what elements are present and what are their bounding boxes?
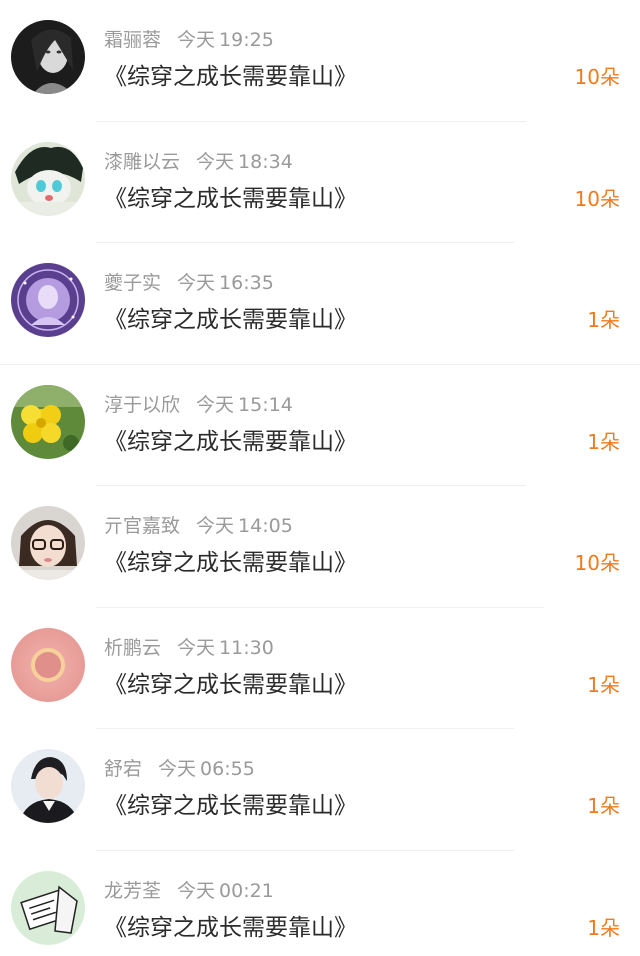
item-meta: 舒宕 今天 06:55 — [104, 756, 255, 782]
gift-count: 1朵 — [587, 794, 620, 818]
user-name[interactable]: 夔子实 — [104, 272, 161, 294]
item-time: 15:14 — [238, 393, 293, 416]
book-title[interactable]: 《综穿之成长需要靠山》 — [104, 789, 357, 823]
item-meta: 漆雕以云 今天 18:34 — [104, 149, 293, 175]
yellow-flower-icon — [11, 384, 85, 459]
list-item[interactable]: 霜骊蓉 今天 19:25 《综穿之成长需要靠山》 10朵 — [0, 0, 640, 122]
gift-count: 1朵 — [587, 308, 620, 332]
user-name[interactable]: 龙芳荃 — [104, 880, 161, 902]
avatar[interactable] — [11, 384, 85, 459]
item-day: 今天 — [196, 515, 235, 537]
item-day: 今天 — [158, 758, 197, 780]
anime-cat-character-icon — [11, 141, 85, 216]
user-name[interactable]: 霜骊蓉 — [104, 29, 161, 51]
item-time: 06:55 — [200, 758, 255, 780]
item-day: 今天 — [177, 29, 216, 51]
book-title[interactable]: 《综穿之成长需要靠山》 — [104, 546, 357, 580]
list-item[interactable]: 淳于以欣 今天 15:14 《综穿之成长需要靠山》 1朵 — [0, 365, 640, 486]
gift-count: 10朵 — [574, 551, 620, 575]
avatar[interactable] — [11, 141, 85, 216]
avatar[interactable] — [11, 263, 85, 337]
book-title[interactable]: 《综穿之成长需要靠山》 — [104, 911, 357, 945]
girl-with-glasses-icon — [11, 506, 85, 580]
sketch-card-icon — [11, 870, 85, 945]
user-name[interactable]: 亓官嘉致 — [104, 515, 180, 537]
book-title[interactable]: 《综穿之成长需要靠山》 — [104, 182, 357, 216]
book-title[interactable]: 《综穿之成长需要靠山》 — [104, 60, 357, 94]
purple-zodiac-circle-icon — [11, 263, 85, 337]
item-day: 今天 — [196, 393, 235, 416]
gift-count: 10朵 — [574, 65, 620, 89]
list-item[interactable]: 析鹏云 今天 11:30 《综穿之成长需要靠山》 1朵 — [0, 608, 640, 729]
gift-count: 1朵 — [587, 429, 620, 454]
list-item[interactable]: 龙芳荃 今天 00:21 《综穿之成长需要靠山》 1朵 — [0, 851, 640, 956]
item-time: 18:34 — [238, 150, 293, 173]
list-item[interactable]: 夔子实 今天 16:35 《综穿之成长需要靠山》 1朵 — [0, 243, 640, 365]
pink-solar-eclipse-icon — [11, 627, 85, 702]
item-meta: 龙芳荃 今天 00:21 — [104, 878, 274, 904]
item-time: 11:30 — [219, 636, 274, 659]
item-time: 16:35 — [219, 272, 274, 294]
user-name[interactable]: 析鹏云 — [104, 637, 161, 659]
avatar[interactable] — [11, 870, 85, 945]
user-name[interactable]: 漆雕以云 — [104, 151, 180, 173]
book-title[interactable]: 《综穿之成长需要靠山》 — [104, 425, 357, 459]
item-meta: 夔子实 今天 16:35 — [104, 270, 274, 296]
book-title[interactable]: 《综穿之成长需要靠山》 — [104, 303, 357, 337]
grayscale-girl-portrait-icon — [11, 20, 85, 94]
item-day: 今天 — [177, 879, 216, 902]
list-item[interactable]: 舒宕 今天 06:55 《综穿之成长需要靠山》 1朵 — [0, 729, 640, 851]
list-item[interactable]: 漆雕以云 今天 18:34 《综穿之成长需要靠山》 10朵 — [0, 122, 640, 243]
item-meta: 霜骊蓉 今天 19:25 — [104, 27, 274, 53]
boy-portrait-icon — [11, 749, 85, 823]
gift-count: 10朵 — [574, 186, 620, 211]
book-title[interactable]: 《综穿之成长需要靠山》 — [104, 668, 357, 702]
list-item[interactable]: 亓官嘉致 今天 14:05 《综穿之成长需要靠山》 10朵 — [0, 486, 640, 608]
user-name[interactable]: 淳于以欣 — [104, 394, 180, 416]
gift-count: 1朵 — [587, 915, 620, 940]
avatar[interactable] — [11, 627, 85, 702]
avatar[interactable] — [11, 20, 85, 94]
item-day: 今天 — [196, 150, 235, 173]
gift-count: 1朵 — [587, 672, 620, 697]
gift-record-list: 霜骊蓉 今天 19:25 《综穿之成长需要靠山》 10朵 漆雕以云 今天 18:34 《… — [0, 0, 640, 956]
avatar[interactable] — [11, 749, 85, 823]
item-time: 14:05 — [238, 515, 293, 537]
item-day: 今天 — [177, 636, 216, 659]
user-name[interactable]: 舒宕 — [104, 758, 142, 780]
avatar[interactable] — [11, 506, 85, 580]
item-meta: 淳于以欣 今天 15:14 — [104, 392, 293, 418]
item-day: 今天 — [177, 272, 216, 294]
item-time: 00:21 — [219, 879, 274, 902]
item-time: 19:25 — [219, 29, 274, 51]
item-meta: 亓官嘉致 今天 14:05 — [104, 513, 293, 539]
item-meta: 析鹏云 今天 11:30 — [104, 635, 274, 661]
